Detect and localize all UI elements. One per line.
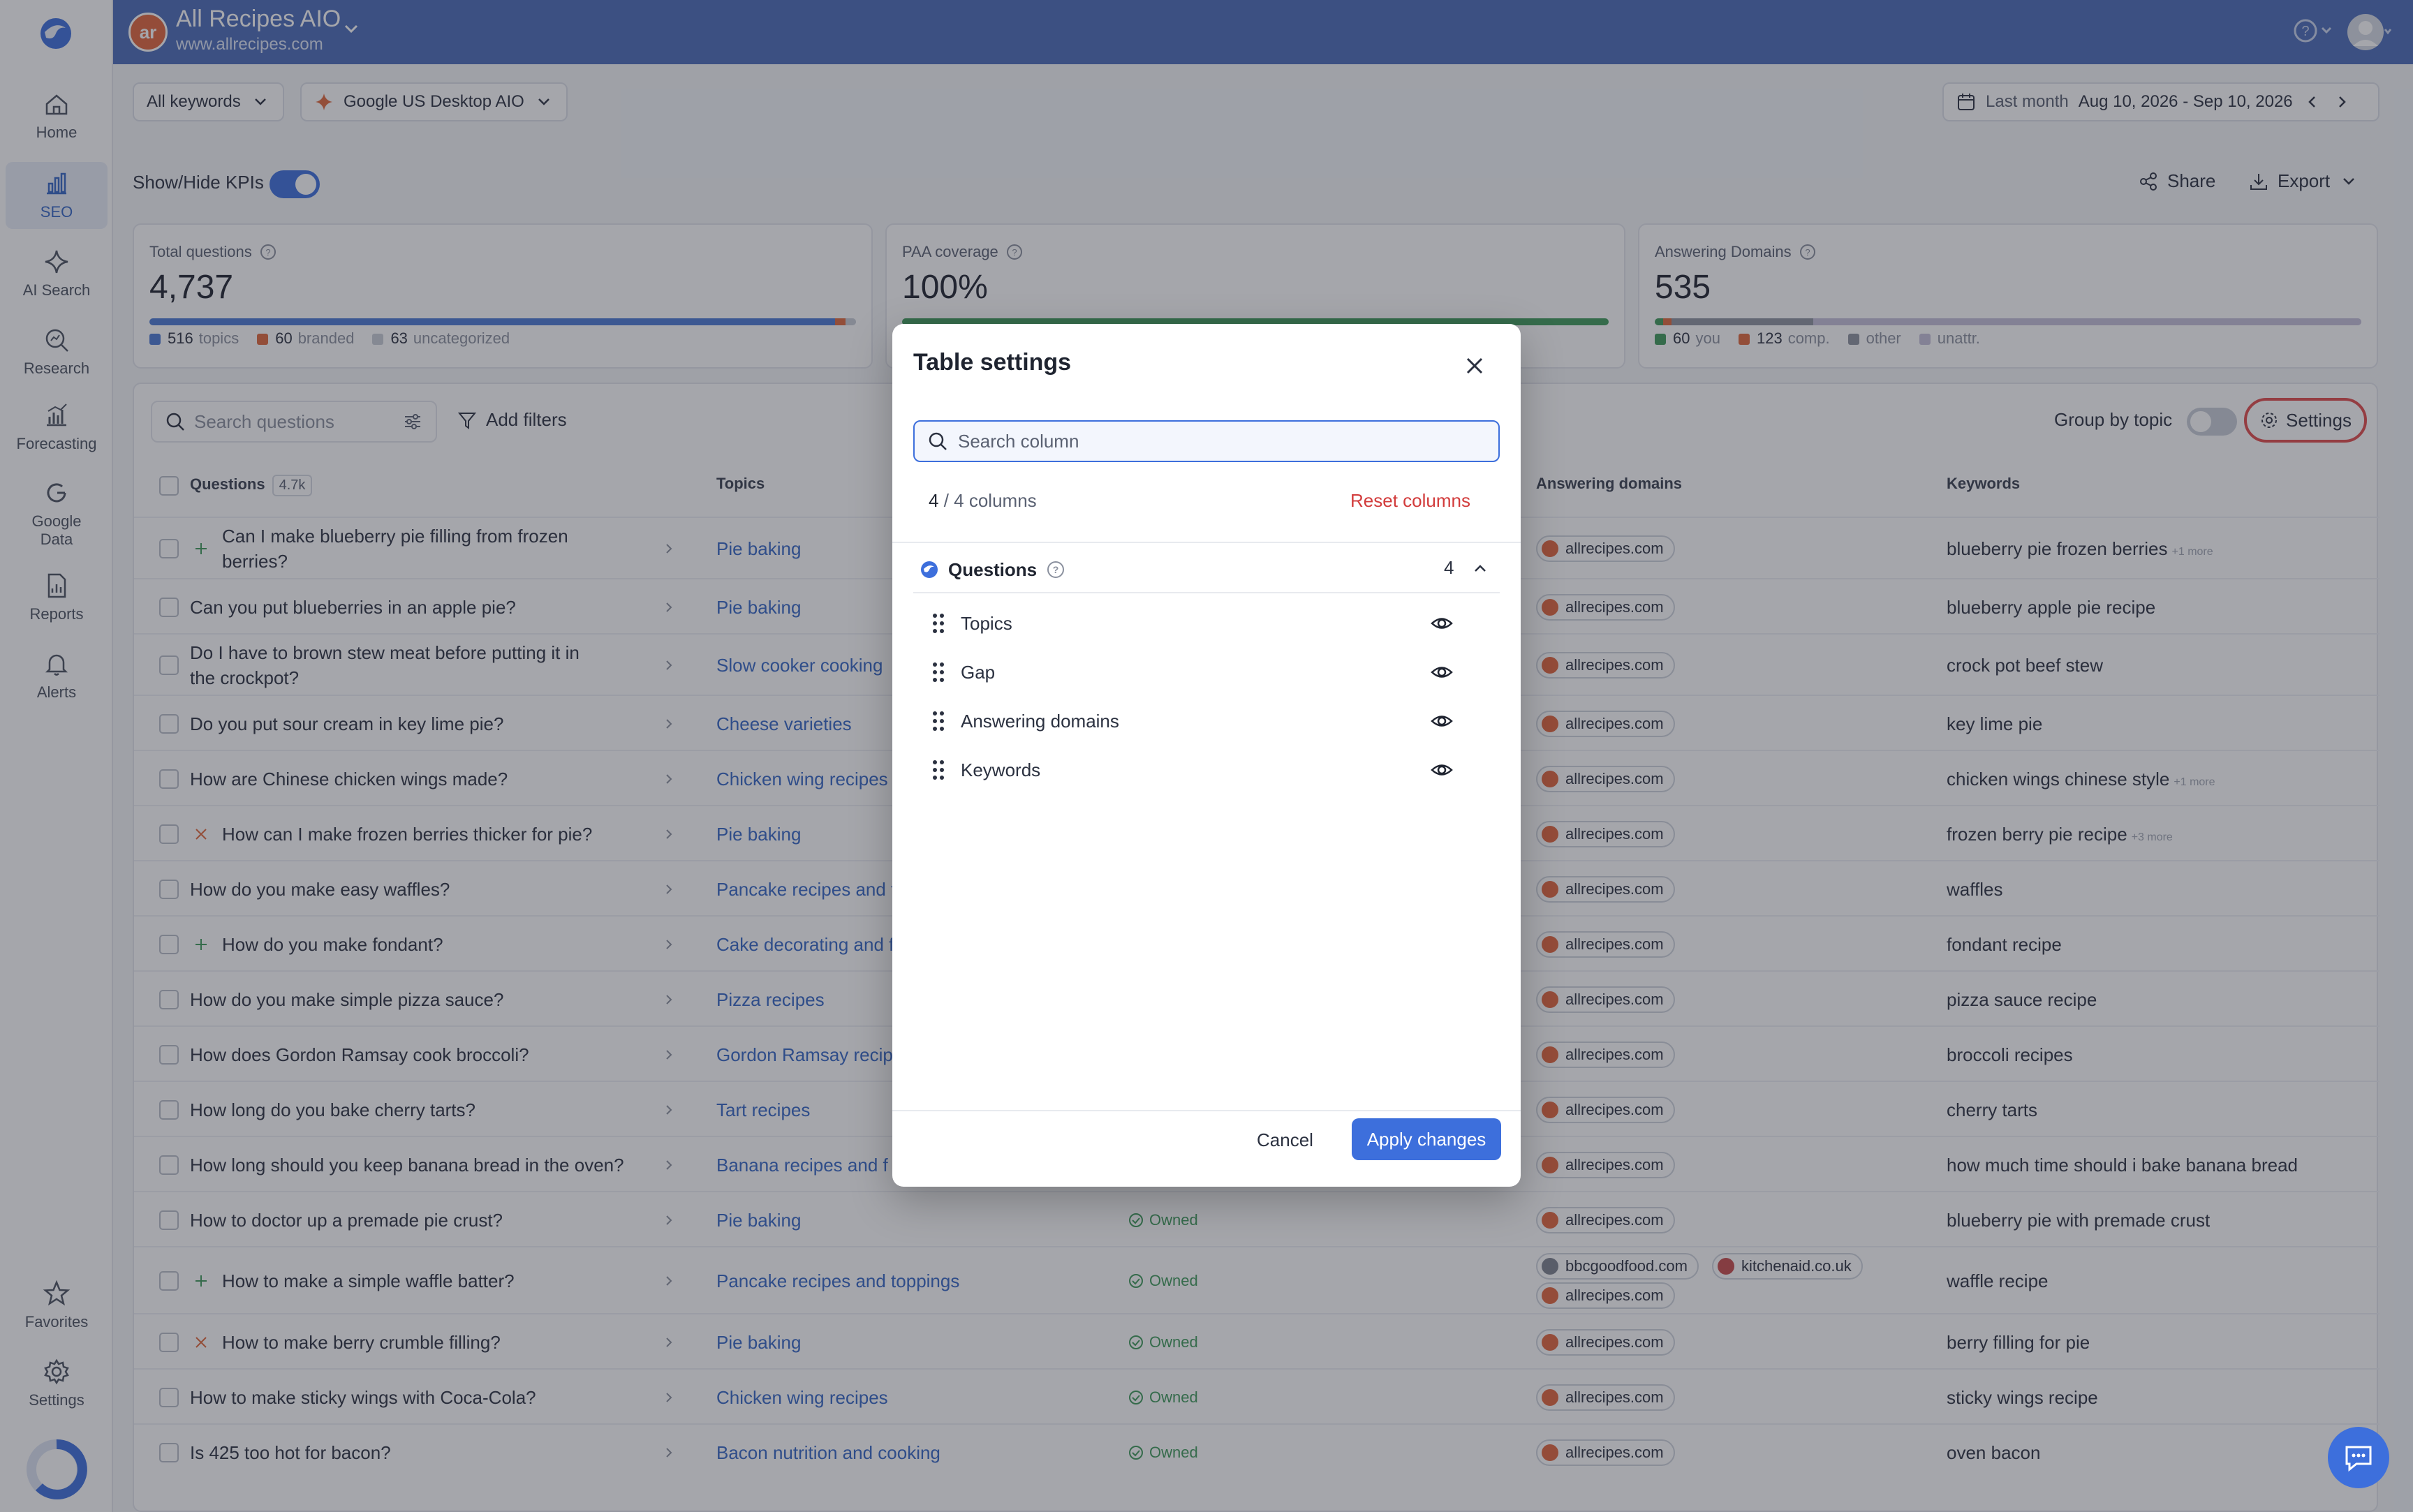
search-column-input[interactable]: Search column <box>913 420 1500 462</box>
eye-icon[interactable] <box>1430 758 1454 782</box>
app-root: Home SEO AI Search Research Forecasting Googl… <box>0 0 2413 1512</box>
chevron-up-icon[interactable] <box>1470 558 1490 578</box>
eye-icon[interactable] <box>1430 612 1454 635</box>
drag-handle-icon[interactable] <box>930 660 947 684</box>
reset-columns-button[interactable]: Reset columns <box>1350 490 1470 512</box>
eye-icon[interactable] <box>1430 709 1454 733</box>
divider <box>892 542 1521 543</box>
modal-title: Table settings <box>913 349 1072 376</box>
drag-handle-icon[interactable] <box>930 709 947 733</box>
column-count: 4 / 4 columns <box>929 490 1037 512</box>
questions-group-header[interactable]: Questions ? <box>919 554 1477 585</box>
apply-changes-button[interactable]: Apply changes <box>1352 1118 1501 1160</box>
column-label: Answering domains <box>961 710 1119 732</box>
questions-logo-icon <box>921 561 938 578</box>
column-row-answering-domains[interactable]: Answering domains <box>930 704 1489 739</box>
search-icon <box>929 432 947 450</box>
chat-icon <box>2345 1446 2372 1472</box>
divider <box>913 592 1500 593</box>
divider <box>892 1110 1521 1111</box>
questions-group-label: Questions <box>948 558 1038 580</box>
search-column-placeholder: Search column <box>958 430 1079 452</box>
column-label: Keywords <box>961 759 1041 780</box>
questions-group-count: 4 <box>1444 557 1454 578</box>
help-circle-icon: ? <box>1047 561 1065 578</box>
chat-button[interactable] <box>2328 1427 2389 1488</box>
svg-text:?: ? <box>1053 564 1059 575</box>
column-row-keywords[interactable]: Keywords <box>930 753 1489 787</box>
eye-icon[interactable] <box>1430 660 1454 684</box>
drag-handle-icon[interactable] <box>930 758 947 782</box>
column-count-total: / 4 columns <box>943 490 1037 511</box>
table-settings-modal: Table settings Search column 4 / 4 colum… <box>892 324 1521 1187</box>
column-row-topics[interactable]: Topics <box>930 606 1489 641</box>
column-label: Gap <box>961 661 996 683</box>
drag-handle-icon[interactable] <box>930 612 947 635</box>
column-count-shown: 4 <box>929 490 939 511</box>
column-row-gap[interactable]: Gap <box>930 655 1489 690</box>
cancel-button[interactable]: Cancel <box>1257 1129 1313 1151</box>
close-icon[interactable] <box>1461 352 1489 380</box>
column-label: Topics <box>961 612 1012 634</box>
